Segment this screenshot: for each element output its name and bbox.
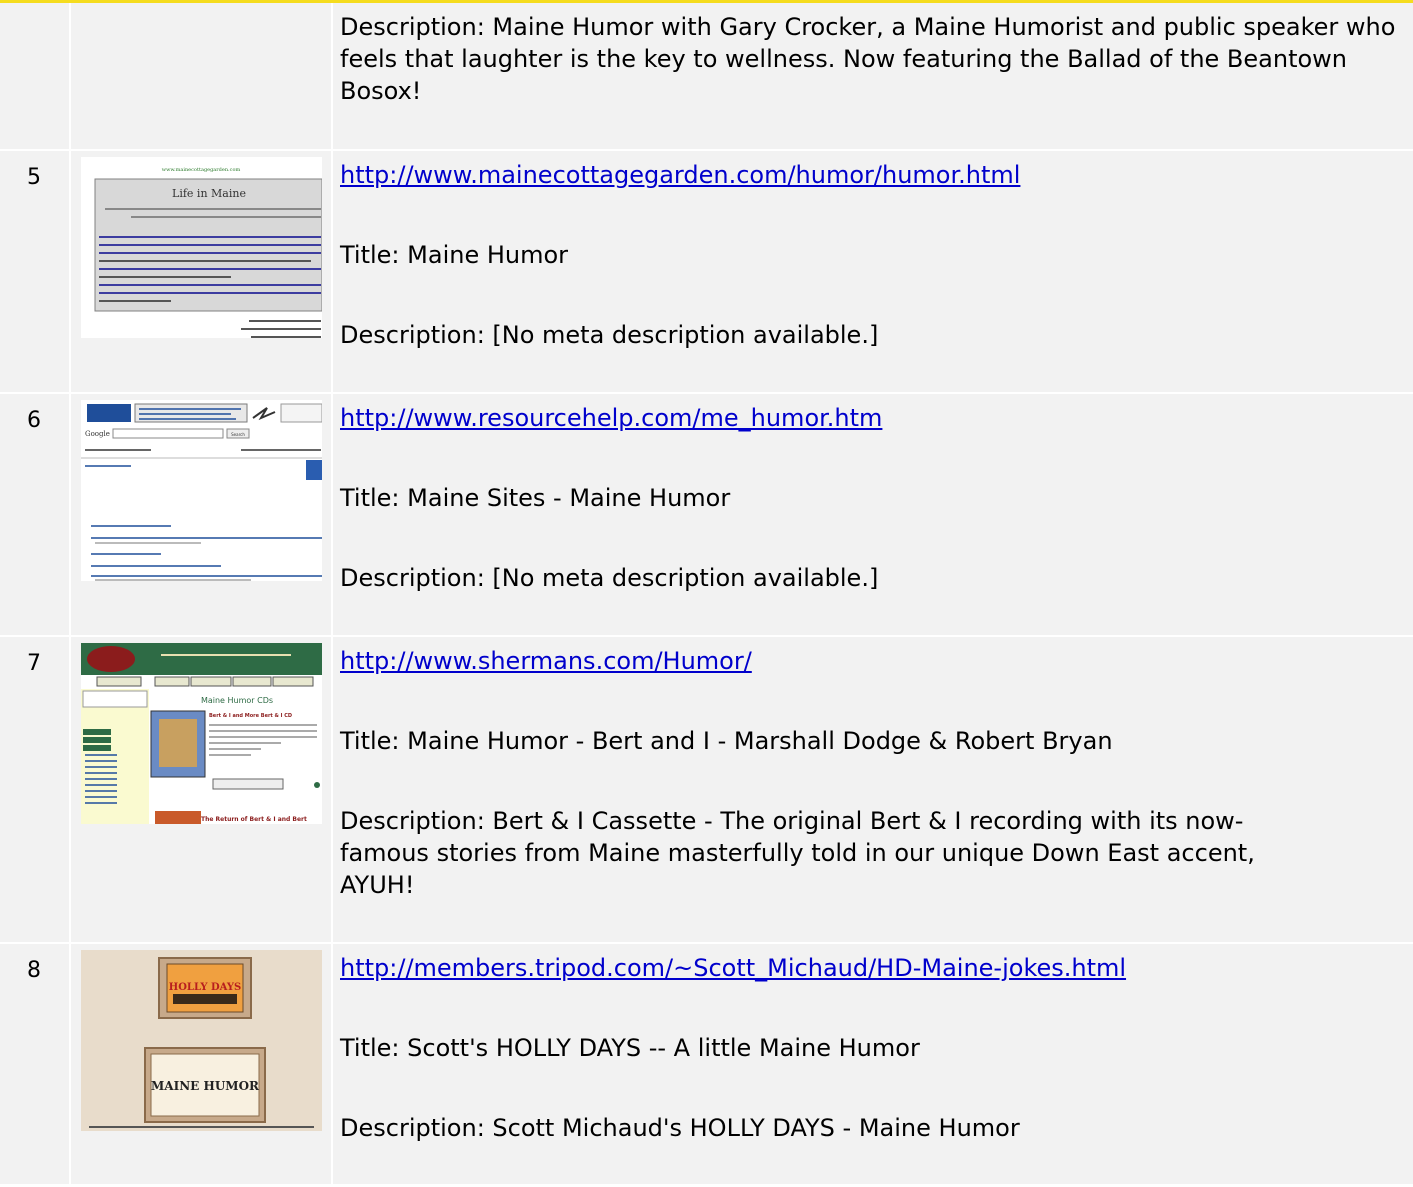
search-results-page: Description: Maine Humor with Gary Crock… (0, 0, 1413, 1187)
site-thumbnail[interactable]: Maine Humor CDs Bert & I and More Bert &… (81, 643, 322, 824)
table-row: 7 Maine Humor CDs Bert & I and More Bert… (0, 637, 1413, 944)
thumb-subheading: Bert & I and More Bert & I CD (209, 713, 292, 719)
row-number-cell: 6 (0, 394, 71, 637)
info-cell: http://www.mainecottagegarden.com/humor/… (333, 151, 1413, 394)
row-number-cell: 8 (0, 944, 71, 1186)
site-thumbnail[interactable]: www.mainecottagegarden.com Life in Maine (81, 157, 322, 338)
thumb-heading: Maine Humor CDs (201, 696, 273, 705)
row-number: 8 (27, 958, 41, 983)
table-row: 6 Google Search http://www.resourcehelp.… (0, 394, 1413, 637)
results-table: Description: Maine Humor with Gary Crock… (0, 3, 1413, 1186)
result-title: Title: Scott's HOLLY DAYS -- A little Ma… (340, 1034, 920, 1062)
thumb-label: MAINE HUMOR (151, 1079, 260, 1093)
info-cell: http://www.shermans.com/Humor/ Title: Ma… (333, 637, 1413, 944)
row-number (0, 3, 69, 17)
site-thumbnail[interactable]: Google Search (81, 400, 322, 581)
row-number: 6 (27, 408, 41, 433)
row-number: 5 (27, 165, 41, 190)
row-number-cell: 5 (0, 151, 71, 394)
thumbnail-cell: Maine Humor CDs Bert & I and More Bert &… (71, 637, 333, 944)
thumbnail-image-mainecottagegarden: www.mainecottagegarden.com Life in Maine (81, 157, 322, 338)
site-thumbnail[interactable]: HOLLY DAYS MAINE HUMOR (81, 950, 322, 1131)
thumb-top-sign: HOLLY DAYS (169, 982, 242, 993)
result-url-link[interactable]: http://www.mainecottagegarden.com/humor/… (340, 161, 1020, 189)
info-cell: http://www.resourcehelp.com/me_humor.htm… (333, 394, 1413, 637)
info-cell: http://members.tripod.com/~Scott_Michaud… (333, 944, 1413, 1186)
table-row: 5 www.mainecottagegarden.com Life in Mai… (0, 151, 1413, 394)
thumbnail-cell: www.mainecottagegarden.com Life in Maine (71, 151, 333, 394)
thumb-heading: Life in Maine (172, 187, 246, 200)
result-url-link[interactable]: http://www.shermans.com/Humor/ (340, 647, 752, 675)
thumbnail-image-tripod: HOLLY DAYS MAINE HUMOR (81, 950, 322, 1131)
thumb-search-button: Search (231, 432, 245, 437)
result-description: Description: Maine Humor with Gary Crock… (340, 13, 1396, 105)
result-title: Title: Maine Humor - Bert and I - Marsha… (340, 727, 1113, 755)
thumbnail-image-shermans: Maine Humor CDs Bert & I and More Bert &… (81, 643, 322, 824)
thumbnail-cell: HOLLY DAYS MAINE HUMOR (71, 944, 333, 1186)
result-url-link[interactable]: http://members.tripod.com/~Scott_Michaud… (340, 954, 1126, 982)
thumb-footer: The Return of Bert & I and Bert (201, 816, 307, 823)
result-description: Description: [No meta description availa… (340, 564, 879, 592)
row-number-cell (0, 3, 71, 151)
result-url-link[interactable]: http://www.resourcehelp.com/me_humor.htm (340, 404, 882, 432)
result-description: Description: [No meta description availa… (340, 321, 879, 349)
table-row: Description: Maine Humor with Gary Crock… (0, 3, 1413, 151)
result-description: Description: Bert & I Cassette - The ori… (340, 807, 1255, 899)
result-description: Description: Scott Michaud's HOLLY DAYS … (340, 1114, 1020, 1142)
thumb-search-label: Google (85, 430, 110, 438)
thumbnail-cell: Google Search (71, 394, 333, 637)
result-title: Title: Maine Sites - Maine Humor (340, 484, 731, 512)
table-row: 8 HOLLY DAYS MAINE HUMOR http://members.… (0, 944, 1413, 1186)
row-number: 7 (27, 651, 41, 676)
result-title: Title: Maine Humor (340, 241, 569, 269)
info-cell: Description: Maine Humor with Gary Crock… (333, 3, 1413, 151)
thumbnail-cell (71, 3, 333, 151)
row-number-cell: 7 (0, 637, 71, 944)
thumbnail-image-resourcehelp: Google Search (81, 400, 322, 581)
thumb-header-url: www.mainecottagegarden.com (162, 167, 241, 173)
